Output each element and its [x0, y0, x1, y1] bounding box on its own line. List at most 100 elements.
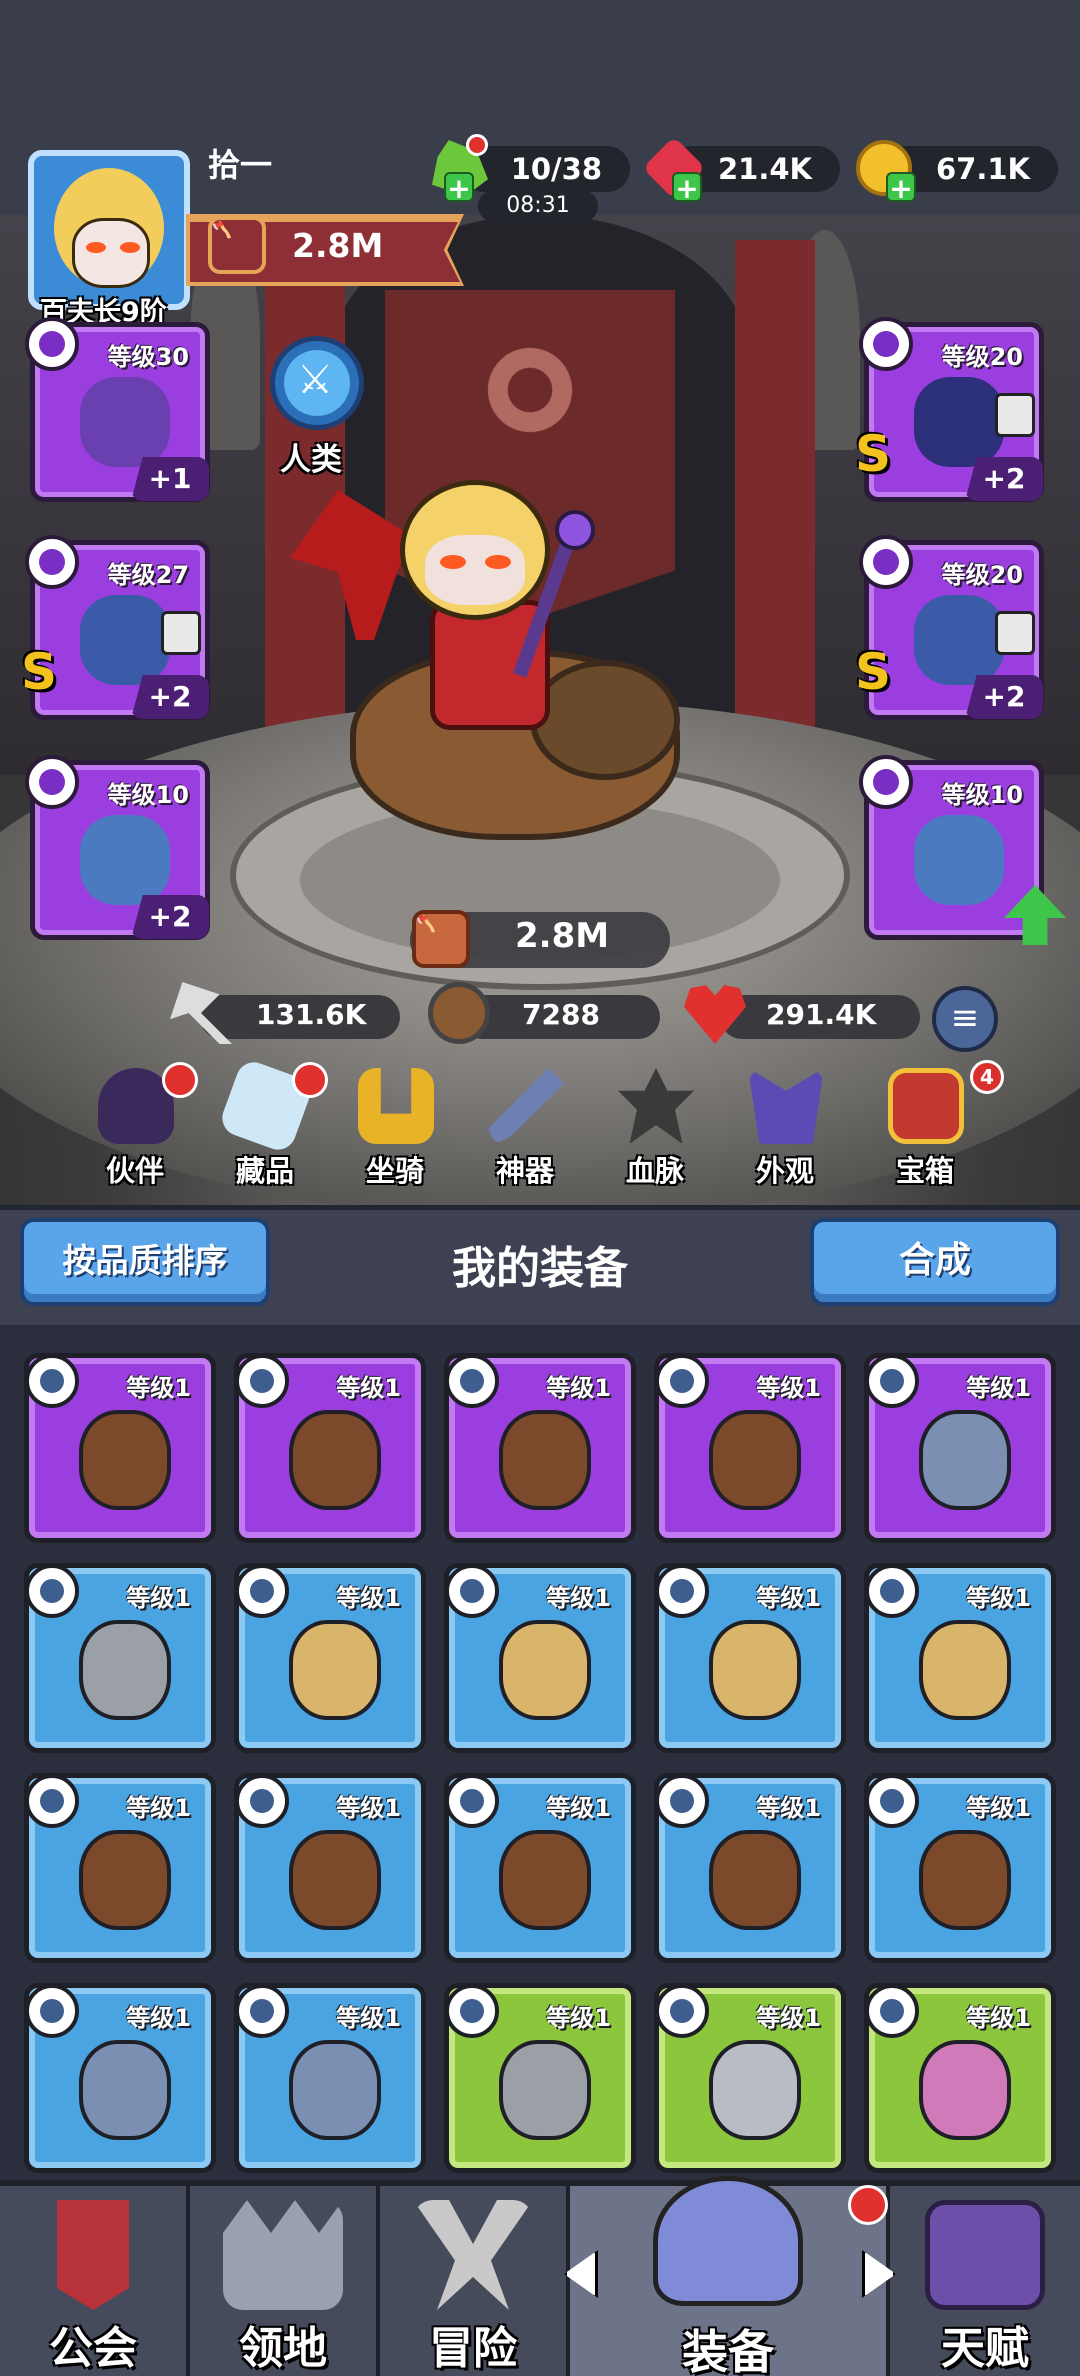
mount-head [530, 660, 680, 780]
equipment-item-card[interactable]: 等级1 [864, 1773, 1056, 1963]
feature-label: 藏品 [235, 1154, 294, 1188]
dark-star-bloodline-icon [618, 1068, 694, 1144]
item-level: 等级1 [336, 1374, 401, 1402]
feature-chest[interactable]: 4 宝箱 [870, 1060, 1004, 1198]
equipment-item-card[interactable]: 等级1 [444, 1773, 636, 1963]
energy-pill: 10/38 [460, 146, 630, 192]
ring-type-icon [445, 1354, 499, 1408]
item-level: 等级1 [126, 1794, 191, 1822]
equipment-item-card[interactable]: 等级1 [654, 1983, 846, 2173]
ring-type-icon [25, 535, 79, 589]
equip-slot-helmet[interactable]: 等级20 S +2 [855, 317, 1044, 502]
helmet-item-icon [914, 377, 1004, 467]
equipment-item-card[interactable]: 等级1 [864, 1983, 1056, 2173]
ring-type-icon [25, 1354, 79, 1408]
item-level: 等级1 [126, 1374, 191, 1402]
race-icon[interactable]: ⚔ [270, 336, 364, 430]
equipment-item-card[interactable]: 等级1 [444, 1563, 636, 1753]
nav-tab-adventure[interactable]: 冒险 [380, 2186, 570, 2376]
hero-character[interactable] [290, 480, 690, 880]
equip-slot-ring[interactable]: 等级27 S +2 [21, 535, 210, 720]
gold-value: 67.1K [935, 152, 1030, 186]
necklace-type-icon [25, 1984, 79, 2038]
energy-timer: 08:31 [478, 190, 598, 222]
crossed-axes-icon [413, 2200, 533, 2310]
castle-icon [223, 2200, 343, 2310]
equip-slot-ring-2[interactable]: 等级20 S +2 [855, 535, 1044, 720]
necklace-type-icon [859, 755, 913, 809]
equipment-item-card[interactable]: 等级1 [864, 1563, 1056, 1753]
ring-type-icon [655, 1774, 709, 1828]
item-level: 等级1 [756, 1374, 821, 1402]
combine-button[interactable]: 合成 [810, 1218, 1060, 1306]
equipment-item-card[interactable]: 等级1 [234, 1563, 426, 1753]
slot-plus: +1 [131, 457, 209, 501]
armor-type-icon [445, 1564, 499, 1618]
equipment-item-card[interactable]: 等级1 [864, 1353, 1056, 1543]
equipment-item-card[interactable]: 等级1 [654, 1563, 846, 1753]
staff-orb [555, 510, 595, 550]
feature-partner[interactable]: 伙伴 [80, 1062, 198, 1198]
defense-value: 7288 [522, 998, 600, 1031]
ring-icon [289, 1410, 381, 1510]
feature-artifact[interactable]: 神器 [470, 1068, 580, 1198]
equipment-item-card[interactable]: 等级1 [24, 1983, 216, 2173]
gear-emblem-icon [460, 320, 600, 460]
item-level: 等级1 [336, 1584, 401, 1612]
equipment-item-card[interactable]: 等级1 [234, 1983, 426, 2173]
hero-eye [485, 555, 511, 569]
equipment-item-card[interactable]: 等级1 [444, 1983, 636, 2173]
collection-notification-dot [292, 1062, 328, 1098]
guild-banner-icon [57, 2200, 129, 2310]
ring-icon [709, 1830, 801, 1930]
add-gold-button[interactable]: + [886, 172, 916, 204]
add-energy-button[interactable]: + [444, 172, 474, 204]
item-level: 等级1 [546, 2004, 611, 2032]
equipment-item-card[interactable]: 等级1 [654, 1773, 846, 1963]
talent-book-icon [925, 2200, 1045, 2310]
equip-slot-weapon[interactable]: 等级30 +1 [25, 317, 210, 502]
equip-slot-necklace[interactable]: 等级10 +2 [25, 755, 210, 940]
add-gems-button[interactable]: + [672, 172, 702, 204]
equipment-item-card[interactable]: 等级1 [654, 1353, 846, 1543]
equipment-item-card[interactable]: 等级1 [444, 1353, 636, 1543]
feature-collection[interactable]: 藏品 [210, 1057, 328, 1198]
nav-label: 冒险 [429, 2323, 517, 2374]
item-level: 等级1 [966, 2004, 1031, 2032]
lock-icon [995, 393, 1035, 437]
staff-item-icon [80, 377, 170, 467]
ring-item-icon [80, 595, 170, 685]
equipment-item-card[interactable]: 等级1 [24, 1563, 216, 1753]
ring-icon [709, 1410, 801, 1510]
axe-power-icon [208, 216, 266, 274]
feature-appearance[interactable]: 外观 [730, 1068, 840, 1198]
equipment-item-card[interactable]: 等级1 [24, 1773, 216, 1963]
slot-level: 等级10 [107, 781, 189, 809]
stats-list-button[interactable]: ≡ [932, 986, 998, 1052]
feature-mount[interactable]: 坐骑 [340, 1068, 450, 1198]
equipment-item-card[interactable]: 等级1 [234, 1773, 426, 1963]
nav-tab-guild[interactable]: 公会 [0, 2186, 190, 2376]
equipment-item-card[interactable]: 等级1 [24, 1353, 216, 1543]
item-level: 等级1 [546, 1374, 611, 1402]
feature-label: 坐骑 [365, 1154, 424, 1188]
item-level: 等级1 [336, 2004, 401, 2032]
nav-tab-territory[interactable]: 领地 [190, 2186, 380, 2376]
equipment-item-card[interactable]: 等级1 [234, 1353, 426, 1543]
avatar-face [72, 218, 150, 288]
nav-tab-talent[interactable]: 天赋 [890, 2186, 1080, 2376]
feature-bloodline[interactable]: 血脉 [600, 1068, 710, 1198]
hammer-icon [709, 2040, 801, 2140]
ring-icon [919, 1830, 1011, 1930]
necklace-icon [289, 2040, 381, 2140]
nav-tab-equipment[interactable]: 装备 [570, 2176, 890, 2376]
energy-value: 10/38 [510, 152, 602, 186]
nav-label: 装备 [682, 2325, 774, 2376]
feature-label: 血脉 [625, 1154, 684, 1188]
lock-icon [161, 611, 201, 655]
armor-icon [289, 1620, 381, 1720]
item-level: 等级1 [966, 1584, 1031, 1612]
player-avatar[interactable] [28, 150, 190, 310]
slot-plus: +2 [131, 675, 209, 719]
helmet-icon [653, 2176, 803, 2306]
